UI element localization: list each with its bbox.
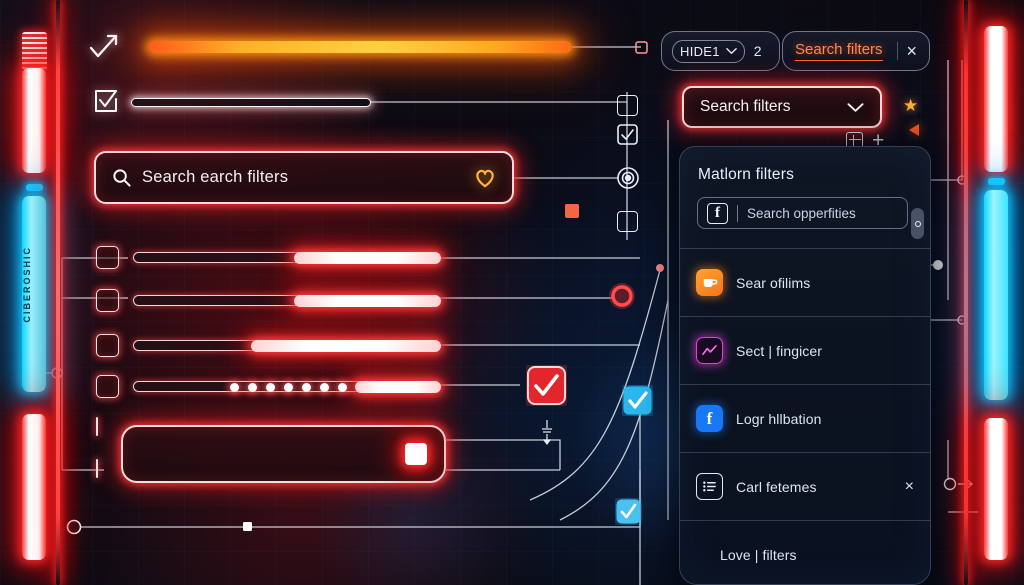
checkbox-checked-red[interactable]	[526, 365, 567, 411]
edge-ribs	[22, 32, 47, 70]
close-icon[interactable]: ×	[897, 42, 917, 60]
list-lines-icon	[696, 473, 723, 500]
dropdown-label: Search filters	[700, 98, 791, 115]
check-square-icon[interactable]	[93, 88, 119, 119]
list-item[interactable]: f Logr hllbation	[680, 385, 930, 452]
list-item[interactable]: Sear ofilims	[680, 249, 930, 316]
checkbox-checked-cyan[interactable]	[622, 385, 653, 421]
toolbar-left-chip: HIDE1 2	[661, 31, 780, 71]
list-item-label: Carl fetemes	[736, 478, 817, 495]
panel-search-value: Search opperfities	[747, 205, 856, 221]
search-filters-dropdown[interactable]: Search filters	[682, 86, 882, 128]
result-count: 2	[753, 43, 762, 59]
check-arrow-icon[interactable]	[88, 32, 122, 67]
search-input[interactable]: Search earch filters	[94, 151, 514, 204]
list-item-label: Sect | fingicer	[736, 342, 823, 359]
row-checkbox[interactable]	[96, 459, 98, 478]
filters-panel: Matlorn filters f Search opperfities Sea…	[679, 146, 931, 585]
row-progress-fill	[294, 251, 441, 264]
star-icon: ★	[903, 96, 919, 115]
node-checked-square[interactable]	[617, 124, 638, 150]
list-item-label: Love | filters	[720, 546, 797, 563]
edge-bar-white-top	[22, 68, 46, 173]
search-input-value: Search earch filters	[142, 168, 289, 186]
node-empty-square[interactable]	[617, 211, 638, 232]
search-filters-label[interactable]: Search filters	[795, 41, 883, 61]
heart-icon[interactable]	[474, 168, 496, 188]
facebook-outline-icon: f	[707, 202, 728, 224]
search-icon	[112, 168, 131, 187]
target-circle-icon[interactable]	[616, 166, 640, 195]
edge-bar-white-top	[984, 26, 1008, 172]
toolbar-right-chip: Search filters ×	[782, 31, 930, 71]
node-connector-glyph	[536, 420, 558, 451]
play-triangle-icon	[909, 124, 919, 136]
chart-line-icon	[696, 337, 723, 364]
row-progress-track[interactable]	[133, 339, 441, 352]
remove-icon[interactable]: ×	[905, 478, 914, 496]
left-edge-panel: CIBEROSHIC	[0, 0, 62, 585]
list-item[interactable]	[96, 246, 441, 269]
row-progress-track[interactable]	[133, 380, 441, 393]
row-checkbox[interactable]	[96, 417, 98, 436]
edge-bar-white-bottom	[984, 418, 1008, 560]
orange-progress-bar[interactable]	[148, 41, 572, 53]
edge-stub	[988, 178, 1005, 185]
edge-stub	[26, 184, 43, 191]
chevron-down-icon[interactable]	[847, 102, 864, 113]
list-item[interactable]: Sect | fingicer	[680, 317, 930, 384]
edge-rail-red	[56, 0, 60, 585]
row-checkbox[interactable]	[96, 334, 119, 357]
thin-progress-bar[interactable]	[131, 98, 371, 107]
divider	[737, 204, 738, 222]
coffee-app-icon	[696, 269, 723, 296]
list-item[interactable]: Love | filters	[680, 521, 930, 584]
edge-rail-red	[964, 0, 968, 585]
list-item[interactable]	[96, 375, 441, 398]
edge-bar-cyan	[984, 190, 1008, 400]
stop-square-icon[interactable]	[405, 443, 427, 465]
panel-search-input[interactable]: f Search opperfities	[697, 197, 908, 229]
list-item-label: Logr hllbation	[736, 410, 822, 427]
checkbox-checked-cyan[interactable]	[615, 498, 642, 530]
row-checkbox[interactable]	[96, 289, 119, 312]
facebook-icon: f	[696, 405, 723, 432]
hide-select-value: HIDE1	[680, 43, 720, 59]
circle-toggle-icon[interactable]	[911, 208, 924, 239]
list-item[interactable]	[96, 334, 441, 357]
screen-root: CIBEROSHIC Search earch filters HIDE1 2 …	[0, 0, 1024, 585]
row-dot-markers	[230, 383, 347, 392]
list-item[interactable]: Carl fetemes ×	[680, 453, 930, 520]
row-progress-fill	[355, 380, 441, 393]
big-text-field[interactable]	[121, 425, 446, 483]
row-progress-fill	[251, 339, 441, 352]
row-progress-fill	[294, 294, 441, 307]
row-progress-track[interactable]	[133, 251, 441, 264]
edge-bar-white-bottom	[22, 414, 46, 560]
edge-bar-label: CIBEROSHIC	[22, 246, 32, 323]
hide-select[interactable]: HIDE1	[672, 39, 745, 63]
node-empty-square[interactable]	[617, 95, 638, 116]
edge-bar-cyan: CIBEROSHIC	[22, 196, 46, 392]
row-checkbox[interactable]	[96, 246, 119, 269]
row-progress-track[interactable]	[133, 294, 441, 307]
row-checkbox[interactable]	[96, 375, 119, 398]
chevron-down-icon	[726, 48, 737, 54]
list-item[interactable]	[96, 289, 441, 312]
panel-title: Matlorn filters	[698, 166, 795, 183]
right-edge-panel	[962, 0, 1024, 585]
list-item-label: Sear ofilims	[736, 274, 811, 291]
